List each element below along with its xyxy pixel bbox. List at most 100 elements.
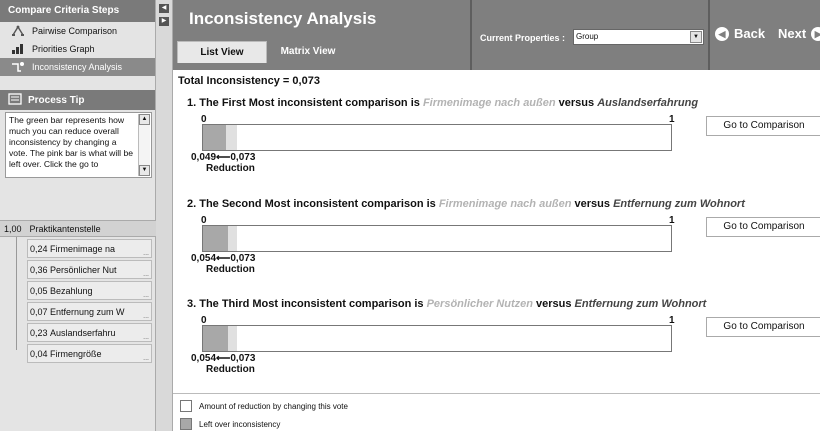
go-to-comparison-button[interactable]: Go to Comparison: [706, 217, 820, 237]
scale-icon: [10, 24, 26, 38]
more-icon[interactable]: ...: [143, 250, 151, 257]
step-label: Pairwise Comparison: [32, 26, 118, 36]
page-title: Inconsistency Analysis: [189, 9, 377, 28]
tree-item[interactable]: 0,24 Firmenimage na ...: [27, 239, 152, 258]
inconsistency-bar: [202, 225, 672, 252]
more-icon[interactable]: ...: [143, 334, 151, 341]
more-icon[interactable]: ...: [143, 313, 151, 320]
tip-scrollbar[interactable]: ▲ ▼: [138, 114, 150, 176]
tree-item-label: Entfernung zum W: [50, 306, 125, 317]
versus-label: versus: [571, 198, 614, 210]
tip-icon: [8, 92, 22, 108]
comparison-heading: 3. The Third Most inconsistent compariso…: [187, 298, 706, 310]
tree-item-weight: 0,36: [30, 264, 48, 275]
tab-list-view[interactable]: List View: [177, 41, 267, 63]
tree-root-weight: 1,00: [4, 223, 22, 234]
reduction-values: 0,049⟵0,073: [191, 152, 256, 163]
tab-matrix-view[interactable]: Matrix View: [273, 41, 343, 63]
tree-item-label: Firmengröße: [50, 348, 102, 359]
graph-icon: [10, 42, 26, 56]
left-panel: Compare Criteria Steps Pairwise Comparis…: [0, 0, 156, 431]
legend-leftover: Left over inconsistency: [180, 418, 280, 430]
step-priorities-graph[interactable]: Priorities Graph: [0, 40, 155, 58]
steps-header: Compare Criteria Steps: [0, 0, 155, 22]
tree-item-label: Bezahlung: [50, 285, 93, 296]
process-tip-text-box[interactable]: The green bar represents how much you ca…: [5, 112, 152, 178]
go-to-comparison-button[interactable]: Go to Comparison: [706, 317, 820, 337]
current-properties-value: Group: [576, 32, 599, 41]
tree-item-label: Auslandserfahru: [50, 327, 116, 338]
more-icon[interactable]: ...: [143, 292, 151, 299]
tree-item[interactable]: 0,23 Auslandserfahru ...: [27, 323, 152, 342]
leftover-fill: [203, 226, 229, 251]
analysis-icon: [10, 60, 26, 74]
tree-item[interactable]: 0,05 Bezahlung ...: [27, 281, 152, 300]
tree-item[interactable]: 0,04 Firmengröße ...: [27, 344, 152, 363]
tree-root-goal[interactable]: 1,00 Praktikantenstelle: [0, 220, 156, 237]
tree-item-weight: 0,23: [30, 327, 48, 338]
legend-leftover-label: Left over inconsistency: [199, 419, 281, 429]
criteria-tree: 1,00 Praktikantenstelle 0,24 Firmenimage…: [0, 220, 156, 363]
step-pairwise-comparison[interactable]: Pairwise Comparison: [0, 22, 155, 40]
next-arrow-icon: ▶: [811, 26, 820, 41]
versus-label: versus: [532, 298, 575, 310]
tree-item-weight: 0,04: [30, 348, 48, 359]
legend-reduction: Amount of reduction by changing this vot…: [180, 400, 348, 412]
comparison-block: 3. The Third Most inconsistent compariso…: [178, 298, 820, 393]
tree-item-weight: 0,24: [30, 243, 48, 254]
tree-item-weight: 0,05: [30, 285, 48, 296]
tree-item-weight: 0,07: [30, 306, 48, 317]
leftover-fill: [203, 125, 226, 150]
criterion-a: Firmenimage nach außen: [438, 198, 572, 210]
scroll-down-icon[interactable]: ▼: [139, 165, 150, 176]
current-properties-select[interactable]: Group ▼: [573, 29, 704, 45]
more-icon[interactable]: ...: [143, 271, 151, 278]
next-button[interactable]: Next ▶: [778, 26, 820, 41]
comparison-heading: 1. The First Most inconsistent compariso…: [187, 97, 698, 109]
legend-reduction-label: Amount of reduction by changing this vot…: [199, 401, 348, 411]
reduction-label: Reduction: [206, 163, 255, 174]
reduction-swatch: [180, 400, 192, 412]
panel-splitter[interactable]: ◀ ▶: [156, 0, 173, 431]
criterion-b: Auslandserfahrung: [597, 97, 699, 109]
tree-item-label: Persönlicher Nut: [50, 264, 117, 275]
reduction-label: Reduction: [206, 264, 255, 275]
back-arrow-icon: ◀: [715, 26, 729, 41]
go-to-comparison-button[interactable]: Go to Comparison: [706, 116, 820, 136]
more-icon[interactable]: ...: [143, 355, 151, 362]
reduction-values: 0,054⟵0,073: [191, 353, 256, 364]
tree-item[interactable]: 0,07 Entfernung zum W ...: [27, 302, 152, 321]
header-bar: Inconsistency Analysis List View Matrix …: [173, 0, 820, 70]
back-label: Back: [734, 26, 766, 41]
reduction-values: 0,054⟵0,073: [191, 253, 256, 264]
criterion-a: Firmenimage nach außen: [422, 97, 556, 109]
back-button[interactable]: ◀ Back: [715, 26, 765, 41]
process-tip-header: Process Tip: [0, 90, 155, 110]
reduction-label: Reduction: [206, 364, 255, 375]
inconsistency-bar: [202, 124, 672, 151]
comparison-prefix: 1. The First Most inconsistent compariso…: [187, 97, 423, 109]
collapse-left-icon[interactable]: ◀: [159, 4, 169, 13]
legend-divider: [173, 393, 820, 394]
scroll-up-icon[interactable]: ▲: [139, 114, 150, 125]
tree-item[interactable]: 0,36 Persönlicher Nut ...: [27, 260, 152, 279]
expand-right-icon[interactable]: ▶: [159, 17, 169, 26]
header-divider: [708, 0, 710, 70]
step-label: Inconsistency Analysis: [32, 62, 123, 72]
comparison-heading: 2. The Second Most inconsistent comparis…: [187, 198, 745, 210]
header-divider: [470, 0, 472, 70]
process-tip-text: The green bar represents how much you ca…: [9, 115, 134, 169]
process-tip-title: Process Tip: [28, 94, 85, 106]
comparison-prefix: 3. The Third Most inconsistent compariso…: [187, 298, 427, 310]
leftover-swatch: [180, 418, 192, 430]
versus-label: versus: [555, 97, 598, 109]
tree-root-label: Praktikantenstelle: [29, 223, 101, 234]
comparison-block: 2. The Second Most inconsistent comparis…: [178, 198, 820, 293]
total-inconsistency: Total Inconsistency = 0,073: [178, 75, 320, 87]
comparison-block: 1. The First Most inconsistent compariso…: [178, 97, 820, 192]
step-label: Priorities Graph: [32, 44, 95, 54]
tree-item-label: Firmenimage na: [50, 243, 116, 254]
inconsistency-bar: [202, 325, 672, 352]
step-inconsistency-analysis[interactable]: Inconsistency Analysis: [0, 58, 155, 76]
chevron-down-icon[interactable]: ▼: [690, 31, 702, 43]
